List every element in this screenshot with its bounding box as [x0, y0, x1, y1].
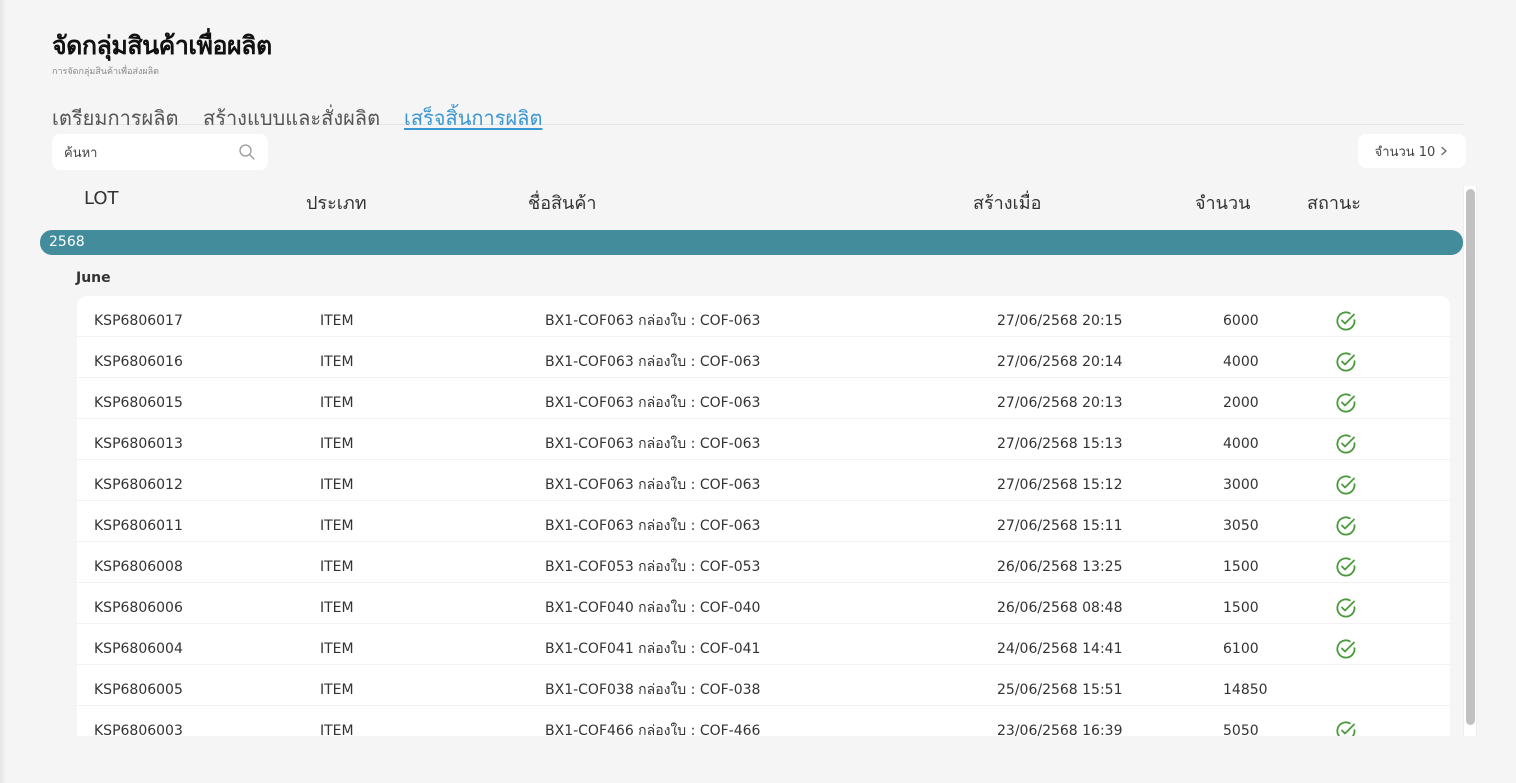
table-row[interactable]: KSP6806012 ITEM BX1-COF063 กล่องใบ : COF-0… — [77, 460, 1450, 501]
check-circle-icon — [1336, 721, 1356, 736]
table-row[interactable]: KSP6806016 ITEM BX1-COF063 กล่องใบ : COF-0… — [77, 337, 1450, 378]
quantity-cell: 5050 — [1223, 723, 1259, 736]
tab-design-order[interactable]: สร้างแบบและสั่งผลิต — [203, 102, 380, 134]
page-subtitle: การจัดกลุ่มสินค้าเพื่อส่งผลิต — [52, 67, 160, 77]
check-circle-icon — [1336, 598, 1356, 618]
tab-completed[interactable]: เสร็จสิ้นการผลิต — [404, 102, 542, 134]
table-row[interactable]: KSP6806017 ITEM BX1-COF063 กล่องใบ : COF-0… — [77, 296, 1450, 337]
page-size-label: จำนวน 10 — [1374, 144, 1436, 160]
page: จัดกลุ่มสินค้าเพื่อผลิต การจัดกลุ่มสินค้… — [0, 0, 1516, 783]
table-row[interactable]: KSP6806011 ITEM BX1-COF063 กล่องใบ : COF-0… — [77, 501, 1450, 542]
search-box — [52, 134, 268, 170]
table-row[interactable]: KSP6806008 ITEM BX1-COF053 กล่องใบ : COF-0… — [77, 542, 1450, 583]
check-circle-icon — [1336, 311, 1356, 331]
scrollbar-thumb[interactable] — [1466, 189, 1475, 725]
created-date-cell: 23/06/2568 16:39 — [997, 723, 1123, 736]
month-group-label: June — [76, 270, 111, 286]
column-header-lot[interactable]: LOT — [84, 188, 119, 209]
type-cell: ITEM — [320, 723, 354, 736]
table-row[interactable]: KSP6806005 ITEM BX1-COF038 กล่องใบ : COF-0… — [77, 665, 1450, 706]
column-header-type[interactable]: ประเภท — [306, 188, 367, 217]
page-title: จัดกลุ่มสินค้าเพื่อผลิต — [52, 31, 272, 60]
lot-cell: KSP6806003 — [94, 723, 183, 736]
check-circle-icon — [1336, 557, 1356, 577]
check-circle-icon — [1336, 639, 1356, 659]
tab-bar: เตรียมการผลิต สร้างแบบและสั่งผลิต เสร็จส… — [52, 102, 1464, 130]
page-size-button[interactable]: จำนวน 10 — [1358, 134, 1466, 168]
column-header-quantity[interactable]: จำนวน — [1195, 188, 1250, 217]
check-circle-icon — [1336, 393, 1356, 413]
product-name-cell: BX1-COF466 กล่องใบ : COF-466 — [545, 723, 761, 736]
table-row[interactable]: KSP6806013 ITEM BX1-COF063 กล่องใบ : COF-0… — [77, 419, 1450, 460]
scrollbar-track[interactable] — [1463, 186, 1477, 736]
check-circle-icon — [1336, 434, 1356, 454]
check-circle-icon — [1336, 352, 1356, 372]
table-row[interactable]: KSP6806015 ITEM BX1-COF063 กล่องใบ : COF-0… — [77, 378, 1450, 419]
check-circle-icon — [1336, 475, 1356, 495]
year-group-header[interactable]: 2568 — [40, 230, 1463, 255]
table-row[interactable]: KSP6806006 ITEM BX1-COF040 กล่องใบ : COF-0… — [77, 583, 1450, 624]
column-header-created[interactable]: สร้างเมื่อ — [973, 188, 1041, 217]
search-icon[interactable] — [238, 143, 256, 161]
table-row[interactable]: KSP6806003 ITEM BX1-COF466 กล่องใบ : COF-4… — [77, 706, 1450, 736]
search-input[interactable] — [62, 140, 236, 166]
tab-prepare[interactable]: เตรียมการผลิต — [52, 102, 179, 134]
table-body: KSP6806017 ITEM BX1-COF063 กล่องใบ : COF-0… — [77, 296, 1450, 736]
column-header-product-name[interactable]: ชื่อสินค้า — [528, 188, 596, 217]
table-row[interactable]: KSP6806004 ITEM BX1-COF041 กล่องใบ : COF-0… — [77, 624, 1450, 665]
column-header-status[interactable]: สถานะ — [1307, 188, 1361, 217]
chevron-right-icon — [1441, 146, 1447, 156]
check-circle-icon — [1336, 516, 1356, 536]
sidebar-edge — [0, 0, 6, 783]
